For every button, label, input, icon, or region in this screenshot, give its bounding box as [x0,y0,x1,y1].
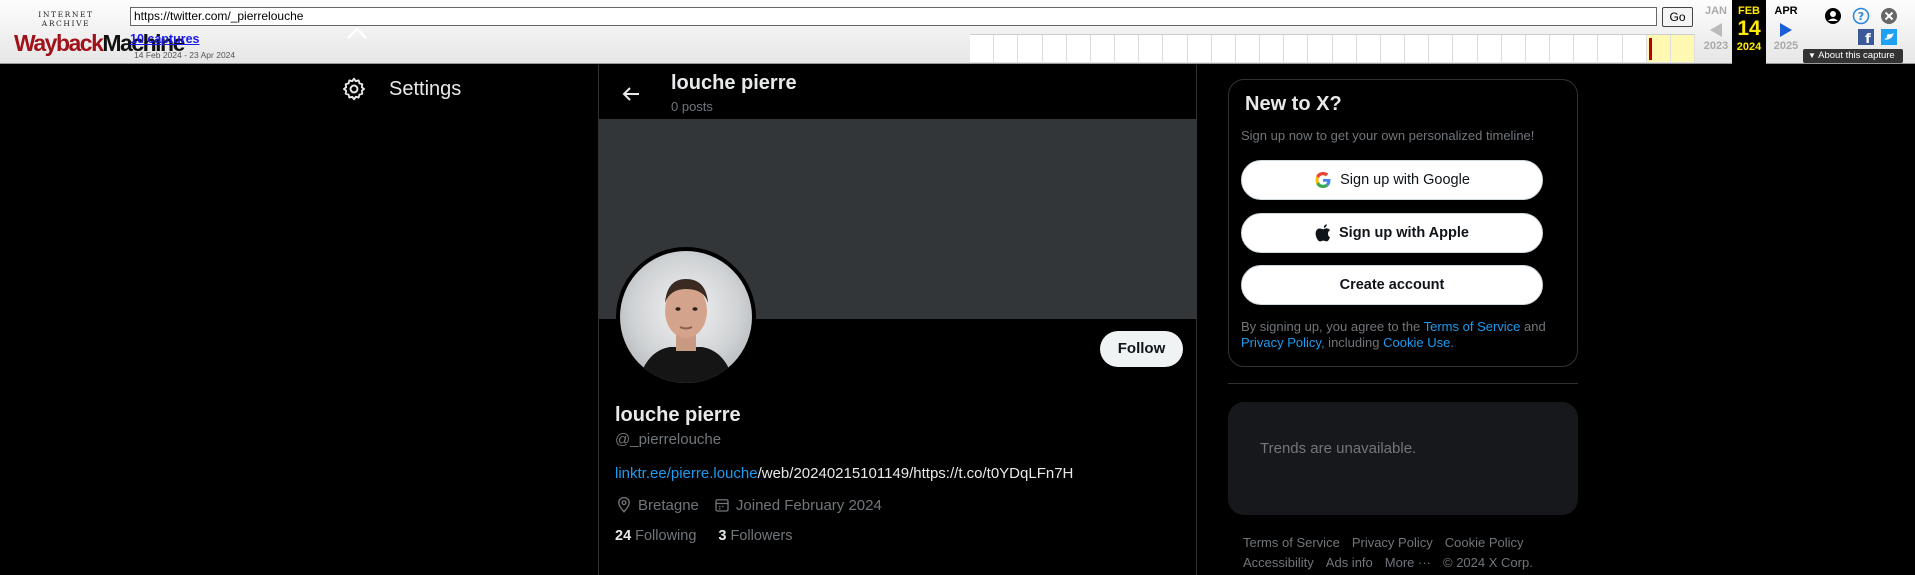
profile-meta: Bretagne Joined February 2024 [615,496,896,514]
capture-sparkline[interactable] [970,34,1696,62]
profile-stats: 24 Following 3 Followers [615,528,811,544]
profile-bio: linktr.ee/pierre.louche/web/202402151011… [615,465,1073,482]
prev-year: 2023 [1703,40,1729,52]
svg-text:?: ? [1858,10,1864,23]
profile-name: louche pierre [615,404,741,426]
terms-link[interactable]: Terms of Service [1424,319,1521,334]
terms-including: , including [1320,335,1384,350]
follow-button[interactable]: Follow [1100,331,1183,367]
logo-top-text: INTERNET ARCHIVE [38,10,94,28]
twitter-icon[interactable] [1880,28,1898,46]
current-year: 2024 [1736,41,1762,53]
current-capture-column: FEB 14 2024 [1732,0,1766,64]
apple-signup-button[interactable]: Sign up with Apple [1241,213,1543,253]
about-capture-button[interactable]: ▼ About this capture [1803,49,1903,63]
gear-icon [343,77,365,101]
wayback-logo[interactable]: INTERNET ARCHIVE WaybackMachine [14,10,185,56]
followers-link[interactable]: 3 Followers [718,528,792,544]
footer-more-link[interactable]: More ··· [1385,553,1431,573]
footer-privacy-link[interactable]: Privacy Policy [1352,533,1433,553]
current-month: FEB [1738,5,1760,17]
captures-link[interactable]: 10 captures [130,32,199,46]
left-nav [0,65,598,575]
next-year: 2025 [1773,40,1799,52]
settings-label: Settings [389,77,462,100]
signup-box: New to X? Sign up now to get your own pe… [1228,79,1578,367]
bio-link[interactable]: linktr.ee/pierre.louche [615,465,758,482]
followers-count: 3 [718,528,727,544]
footer-terms-link[interactable]: Terms of Service [1243,533,1340,553]
right-sidebar: New to X? Sign up now to get your own pe… [1228,65,1578,575]
next-month: APR [1774,5,1798,17]
signup-terms: By signing up, you agree to the Terms of… [1241,319,1561,351]
back-arrow-icon[interactable] [619,82,643,106]
help-icon[interactable]: ? [1852,7,1870,25]
svg-text:f: f [1865,32,1871,46]
location-icon [618,496,630,513]
user-icon[interactable] [1824,7,1842,25]
create-account-button[interactable]: Create account [1241,265,1543,305]
cookie-link[interactable]: Cookie Use. [1383,335,1454,350]
footer-cookie-link[interactable]: Cookie Policy [1445,533,1524,553]
signup-subtitle: Sign up now to get your own personalized… [1241,128,1535,143]
wayback-go-button[interactable]: Go [1662,7,1693,27]
next-capture-column[interactable]: APR 2025 [1768,0,1804,64]
calendar-icon [715,499,729,512]
sparkline-current-year[interactable] [1646,35,1671,62]
profile-column: louche pierre 0 posts Follow louche pier… [598,65,1197,575]
following-link[interactable]: 24 Following [615,528,696,544]
terms-prefix: By signing up, you agree to the [1241,319,1424,334]
apple-signup-label: Sign up with Apple [1339,225,1469,241]
capture-date-range: 14 Feb 2024 - 23 Apr 2024 [134,50,236,60]
header-name: louche pierre [671,72,797,94]
google-icon [1315,172,1331,188]
close-icon[interactable] [1880,7,1898,25]
following-label: Following [635,528,697,544]
apple-icon [1315,224,1331,242]
following-count: 24 [615,528,632,544]
trends-box: Trends are unavailable. [1228,402,1578,515]
logo-way-text: Wayback [14,30,104,56]
privacy-link[interactable]: Privacy Policy [1241,335,1321,350]
trends-message: Trends are unavailable. [1260,440,1417,457]
facebook-icon[interactable]: f [1857,28,1875,46]
profile-joined: Joined February 2024 [735,496,882,514]
nav-settings[interactable]: Settings [341,74,461,104]
profile-handle: @_pierrelouche [615,431,722,448]
footer-accessibility-link[interactable]: Accessibility [1243,553,1314,573]
header-post-count: 0 posts [671,99,713,114]
terms-and: and [1520,319,1546,334]
google-signup-button[interactable]: Sign up with Google [1241,160,1543,200]
prev-capture-column[interactable]: JAN 2023 [1698,0,1734,64]
footer-ads-link[interactable]: Ads info [1326,553,1373,573]
about-capture-label: About this capture [1818,50,1895,61]
signup-title: New to X? [1245,93,1342,115]
avatar[interactable] [616,247,756,387]
wayback-toolbar: INTERNET ARCHIVE WaybackMachine https://… [0,0,1915,64]
sidebar-footer: Terms of Service Privacy Policy Cookie Pol… [1243,533,1573,573]
chevron-up-icon[interactable] [345,22,369,44]
profile-location: Bretagne [638,496,699,514]
followers-label: Followers [730,528,793,544]
google-signup-label: Sign up with Google [1340,172,1470,188]
current-day: 14 [1737,17,1761,40]
footer-copyright: © 2024 X Corp. [1443,555,1533,570]
next-arrow-icon[interactable] [1780,23,1792,37]
capture-tick [1648,38,1652,60]
sidebar-divider [1228,383,1578,384]
bio-text: /web/20240215101149/https://t.co/t0YDqLF… [757,465,1074,482]
prev-month: JAN [1704,5,1727,17]
prev-arrow-icon[interactable] [1710,23,1722,37]
